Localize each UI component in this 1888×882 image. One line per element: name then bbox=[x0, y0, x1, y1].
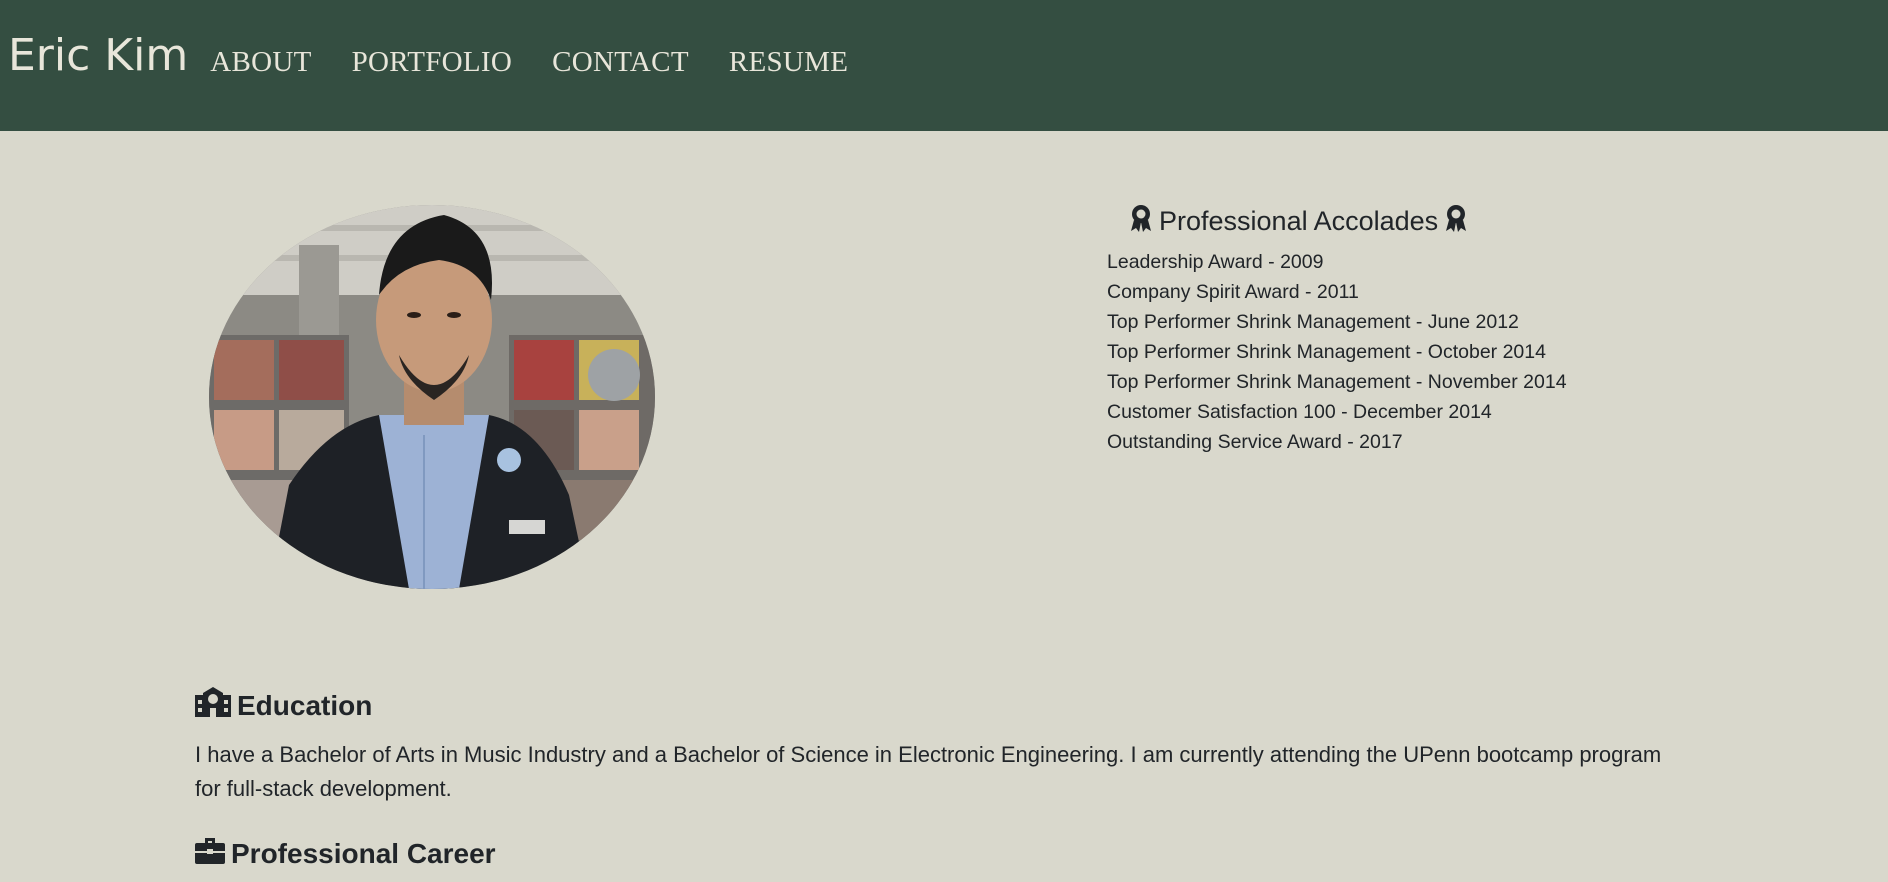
accolades-list: Leadership Award - 2009 Company Spirit A… bbox=[1107, 247, 1667, 457]
list-item: Company Spirit Award - 2011 bbox=[1107, 281, 1359, 303]
education-text: I have a Bachelor of Arts in Music Indus… bbox=[195, 742, 1662, 801]
nav-resume[interactable]: RESUME bbox=[729, 46, 848, 79]
navbar: Eric Kim ABOUT PORTFOLIO CONTACT RESUME bbox=[0, 0, 1888, 131]
school-icon bbox=[195, 687, 231, 724]
briefcase-icon bbox=[195, 836, 225, 871]
list-item: Customer Satisfaction 100 - December 201… bbox=[1107, 401, 1492, 423]
accolades-section: Professional Accolades Leadership Award … bbox=[1107, 204, 1667, 457]
career-title-text: Professional Career bbox=[231, 837, 496, 869]
list-item: Top Performer Shrink Management - Novemb… bbox=[1107, 371, 1567, 393]
education-section: Education I have a Bachelor of Arts in M… bbox=[195, 687, 1675, 806]
list-item: Top Performer Shrink Management - June 2… bbox=[1107, 311, 1519, 333]
profile-photo bbox=[209, 205, 655, 589]
education-title-text: Education bbox=[237, 689, 373, 721]
nav-portfolio[interactable]: PORTFOLIO bbox=[352, 46, 512, 79]
accolades-title: Professional Accolades bbox=[1129, 204, 1667, 239]
list-item: Leadership Award - 2009 bbox=[1107, 251, 1324, 273]
brand-logo[interactable]: Eric Kim bbox=[8, 30, 188, 81]
education-title: Education bbox=[195, 687, 1675, 724]
career-section: Professional Career bbox=[195, 836, 1675, 871]
career-title: Professional Career bbox=[195, 836, 1675, 871]
award-icon bbox=[1129, 204, 1153, 239]
award-icon bbox=[1444, 204, 1468, 239]
list-item: Outstanding Service Award - 2017 bbox=[1107, 431, 1403, 453]
nav-about[interactable]: ABOUT bbox=[210, 46, 311, 79]
list-item: Top Performer Shrink Management - Octobe… bbox=[1107, 341, 1546, 363]
accolades-title-text: Professional Accolades bbox=[1159, 206, 1439, 236]
nav-contact[interactable]: CONTACT bbox=[552, 46, 689, 79]
main-nav: ABOUT PORTFOLIO CONTACT RESUME bbox=[210, 46, 888, 79]
